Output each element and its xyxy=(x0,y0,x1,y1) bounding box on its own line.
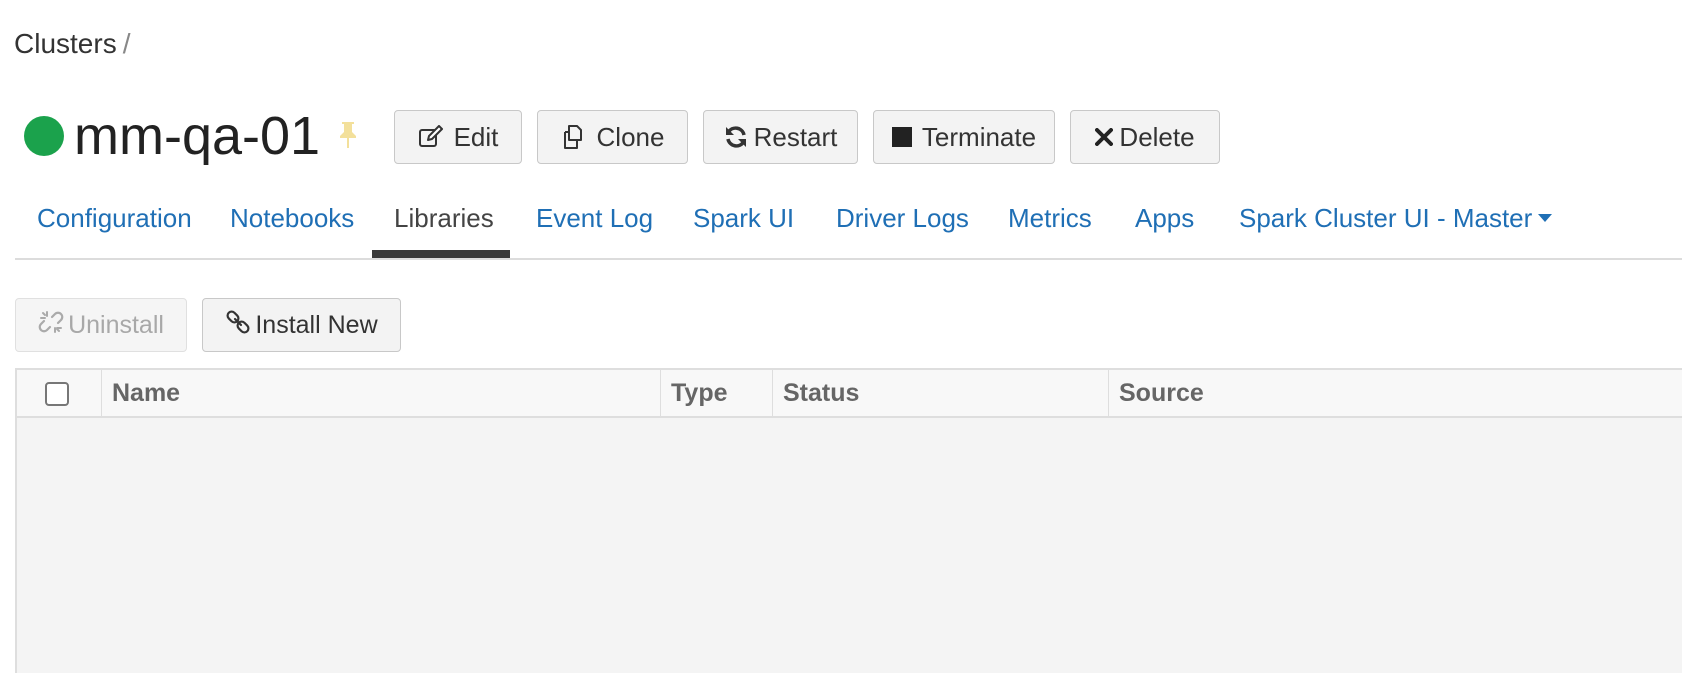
breadcrumb: Clusters / xyxy=(14,28,130,60)
libraries-table: Name Type Status Source xyxy=(15,368,1682,673)
tab-spark-cluster-ui-master-label: Spark Cluster UI - Master xyxy=(1239,203,1533,233)
tab-driver-logs[interactable]: Driver Logs xyxy=(836,198,969,238)
cluster-tabs: Configuration Notebooks Libraries Event … xyxy=(15,188,1682,260)
tab-apps[interactable]: Apps xyxy=(1135,198,1194,238)
table-body xyxy=(17,418,1682,673)
clone-label: Clone xyxy=(596,121,665,152)
tab-libraries[interactable]: Libraries xyxy=(394,198,494,238)
restart-button[interactable]: Restart xyxy=(703,110,858,164)
tab-spark-cluster-ui-master[interactable]: Spark Cluster UI - Master xyxy=(1239,198,1553,238)
caret-down-icon xyxy=(1538,214,1553,223)
refresh-icon xyxy=(724,125,748,149)
delete-button[interactable]: Delete xyxy=(1070,110,1220,164)
cluster-name-title: mm-qa-01 xyxy=(74,106,321,166)
terminate-label: Terminate xyxy=(921,121,1037,152)
edit-button[interactable]: Edit xyxy=(394,110,522,164)
table-header-row: Name Type Status Source xyxy=(17,370,1682,418)
terminate-button[interactable]: Terminate xyxy=(873,110,1055,164)
breadcrumb-separator: / xyxy=(122,28,131,59)
clone-icon xyxy=(561,124,587,150)
tab-notebooks[interactable]: Notebooks xyxy=(230,198,354,238)
uninstall-button[interactable]: Uninstall xyxy=(15,298,187,352)
select-all-checkbox[interactable] xyxy=(45,382,69,406)
edit-icon xyxy=(418,125,444,149)
tab-spark-ui[interactable]: Spark UI xyxy=(693,198,794,238)
cluster-libraries-page: Clusters / mm-qa-01 Edit Clone Restart T… xyxy=(0,0,1682,673)
cluster-status-indicator xyxy=(24,116,64,156)
stop-icon xyxy=(891,127,912,147)
clone-button[interactable]: Clone xyxy=(537,110,688,164)
breadcrumb-clusters-link[interactable]: Clusters xyxy=(14,28,117,59)
edit-label: Edit xyxy=(453,121,499,152)
tab-event-log[interactable]: Event Log xyxy=(536,198,653,238)
pin-icon[interactable] xyxy=(336,120,360,150)
install-new-label: Install New xyxy=(255,310,378,339)
install-new-button[interactable]: Install New xyxy=(202,298,401,352)
unlink-icon xyxy=(38,309,64,342)
column-header-name[interactable]: Name xyxy=(101,370,660,416)
tab-configuration[interactable]: Configuration xyxy=(37,198,192,238)
link-icon xyxy=(225,309,251,342)
column-header-status[interactable]: Status xyxy=(772,370,1108,416)
restart-label: Restart xyxy=(753,121,838,152)
active-tab-indicator xyxy=(372,250,510,258)
close-icon xyxy=(1095,128,1114,146)
uninstall-label: Uninstall xyxy=(68,310,164,339)
tab-metrics[interactable]: Metrics xyxy=(1008,198,1092,238)
column-header-source[interactable]: Source xyxy=(1108,370,1682,416)
delete-label: Delete xyxy=(1119,121,1195,152)
column-header-type[interactable]: Type xyxy=(660,370,772,416)
